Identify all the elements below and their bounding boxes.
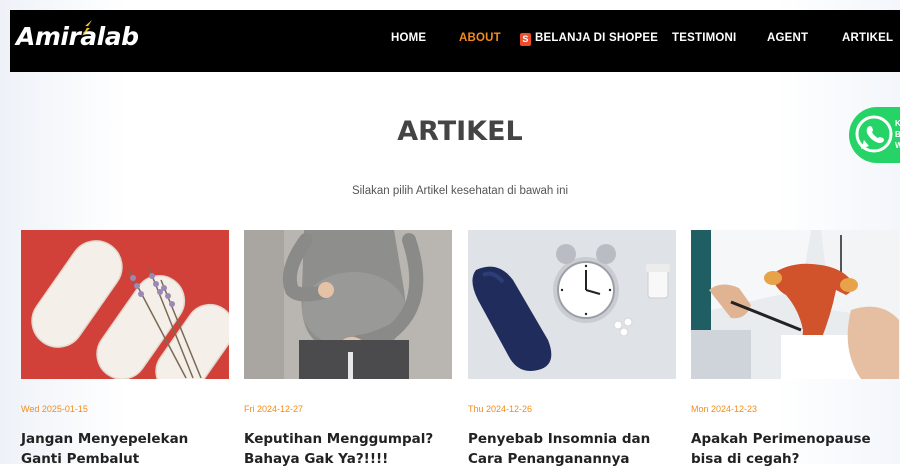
article-image-sleep-mask-clock[interactable] xyxy=(468,230,676,379)
whatsapp-icon xyxy=(855,115,893,153)
page-title: ARTIKEL xyxy=(397,116,523,147)
nav-shopee[interactable]: S BELANJA DI SHOPEE xyxy=(520,32,658,46)
article-title[interactable]: Apakah Perimenopause bisa di cegah? xyxy=(691,429,900,469)
whatsapp-label: K B W xyxy=(895,119,900,150)
article-image-sanitary-pads[interactable] xyxy=(21,230,229,379)
article-date: Thu 2024-12-26 xyxy=(468,404,533,414)
nav-artikel[interactable]: ARTIKEL xyxy=(842,32,893,44)
top-navbar: Amiralab HOME ABOUT S BELANJA DI SHOPEE T… xyxy=(10,10,900,72)
nav-agent[interactable]: AGENT xyxy=(767,32,808,44)
article-image-pregnant-woman[interactable] xyxy=(244,230,452,379)
article-card[interactable]: Thu 2024-12-26 Penyebab Insomnia dan Car… xyxy=(468,230,676,467)
logo-bolt-icon xyxy=(82,20,92,36)
brand-logo[interactable]: Amiralab xyxy=(16,20,139,51)
article-title[interactable]: Penyebab Insomnia dan Cara Penanganannya xyxy=(468,429,678,469)
article-date: Fri 2024-12-27 xyxy=(244,404,304,414)
article-title[interactable]: Jangan Menyepelekan Ganti Pembalut xyxy=(21,429,231,469)
article-date: Wed 2025-01-15 xyxy=(21,404,88,414)
article-card[interactable]: Mon 2024-12-23 Apakah Perimenopause bisa… xyxy=(691,230,899,467)
article-date: Mon 2024-12-23 xyxy=(691,404,758,414)
nav-home[interactable]: HOME xyxy=(391,32,426,44)
article-title[interactable]: Keputihan Menggumpal? Bahaya Gak Ya?!!!! xyxy=(244,429,454,469)
whatsapp-button[interactable]: K B W xyxy=(849,107,900,163)
article-image-doctor-uterus-model[interactable] xyxy=(691,230,899,379)
nav-testimoni[interactable]: TESTIMONI xyxy=(672,32,736,44)
article-card[interactable]: Fri 2024-12-27 Keputihan Menggumpal? Bah… xyxy=(244,230,452,467)
shopee-bag-icon: S xyxy=(520,33,531,46)
page-subtitle: Silakan pilih Artikel kesehatan di bawah… xyxy=(351,185,569,197)
nav-about[interactable]: ABOUT xyxy=(459,32,501,44)
article-card[interactable]: Wed 2025-01-15 Jangan Menyepelekan Ganti… xyxy=(21,230,229,467)
nav-shopee-label: BELANJA DI SHOPEE xyxy=(535,32,659,44)
